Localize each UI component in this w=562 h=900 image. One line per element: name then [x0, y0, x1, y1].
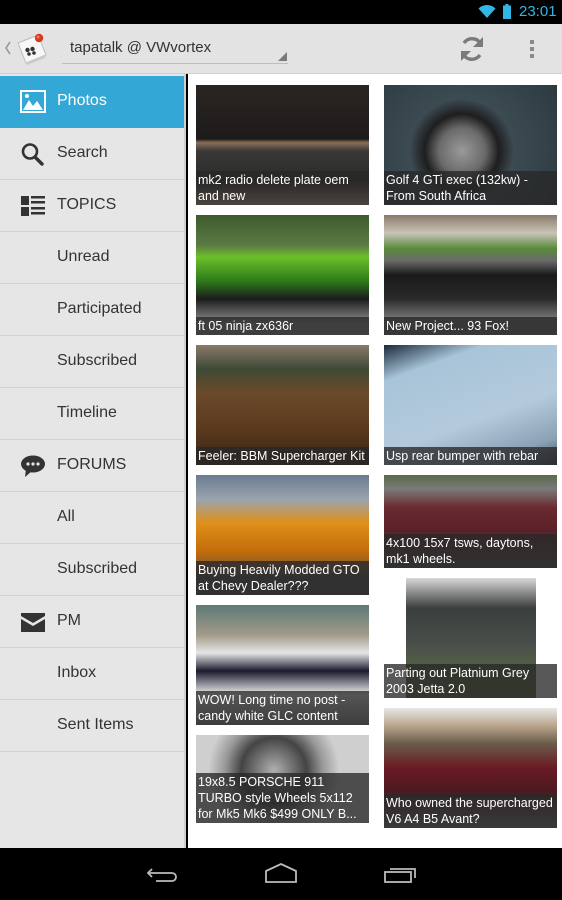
photo-caption: mk2 radio delete plate oem and new	[196, 171, 369, 205]
photo-tile[interactable]: 4x100 15x7 tsws, daytons, mk1 wheels.	[384, 475, 557, 568]
site-selector-dropdown[interactable]: tapatalk @ VWvortex	[62, 30, 288, 64]
mail-icon	[21, 613, 45, 632]
photo-caption: Who owned the supercharged V6 A4 B5 Avan…	[384, 794, 557, 828]
sidebar-item-inbox[interactable]: Inbox	[0, 648, 184, 700]
sidebar-item-photos[interactable]: Photos	[0, 76, 184, 128]
photo-tile[interactable]: Buying Heavily Modded GTO at Chevy Deale…	[196, 475, 369, 595]
sidebar-item-subscribed-topics[interactable]: Subscribed	[0, 336, 184, 388]
photo-caption: New Project... 93 Fox!	[384, 317, 557, 335]
tapatalk-logo-icon[interactable]	[12, 29, 52, 69]
search-icon	[21, 143, 44, 166]
refresh-icon[interactable]	[452, 32, 492, 66]
battery-icon	[503, 4, 511, 19]
sidebar-item-forums[interactable]: FORUMS	[0, 440, 184, 492]
home-icon[interactable]	[261, 860, 301, 888]
photo-tile[interactable]: Usp rear bumper with rebar	[384, 345, 557, 465]
sidebar-item-search[interactable]: Search	[0, 128, 184, 180]
photo-caption: Usp rear bumper with rebar	[384, 447, 557, 465]
sidebar-item-sent-items[interactable]: Sent Items	[0, 700, 184, 752]
photo-tile[interactable]: Parting out Platnium Grey 2003 Jetta 2.0	[384, 578, 557, 698]
sidebar-item-subscribed-forums[interactable]: Subscribed	[0, 544, 184, 596]
sidebar-item-all-forums[interactable]: All	[0, 492, 184, 544]
wifi-icon	[478, 4, 496, 18]
photo-tile[interactable]: WOW! Long time no post - candy white GLC…	[196, 605, 369, 725]
sidebar-item-pm[interactable]: PM	[0, 596, 184, 648]
sidebar-item-timeline[interactable]: Timeline	[0, 388, 184, 440]
photo-caption: Parting out Platnium Grey 2003 Jetta 2.0	[384, 664, 557, 698]
dropdown-indicator-icon	[278, 52, 287, 61]
photo-tile[interactable]: 19x8.5 PORSCHE 911 TURBO style Wheels 5x…	[196, 735, 369, 823]
photo-caption: 4x100 15x7 tsws, daytons, mk1 wheels.	[384, 534, 557, 568]
photo-tile[interactable]: New Project... 93 Fox!	[384, 215, 557, 335]
clock: 23:01	[519, 3, 557, 20]
chevron-left-icon[interactable]	[4, 40, 12, 56]
back-icon[interactable]	[142, 860, 182, 888]
sidebar-item-topics[interactable]: TOPICS	[0, 180, 184, 232]
action-bar: tapatalk @ VWvortex	[0, 24, 562, 74]
photo-tile[interactable]: mk2 radio delete plate oem and new	[196, 85, 369, 205]
photo-tile[interactable]: Golf 4 GTi exec (132kw) - From South Afr…	[384, 85, 557, 205]
sidebar-item-unread[interactable]: Unread	[0, 232, 184, 284]
sidebar-item-participated[interactable]: Participated	[0, 284, 184, 336]
photo-caption: 19x8.5 PORSCHE 911 TURBO style Wheels 5x…	[196, 773, 369, 823]
photo-caption: Buying Heavily Modded GTO at Chevy Deale…	[196, 561, 369, 595]
photo-caption: Feeler: BBM Supercharger Kit	[196, 447, 369, 465]
photo-tile[interactable]: Feeler: BBM Supercharger Kit	[196, 345, 369, 465]
photo-caption: Golf 4 GTi exec (132kw) - From South Afr…	[384, 171, 557, 205]
photo-tile[interactable]: Who owned the supercharged V6 A4 B5 Avan…	[384, 708, 557, 828]
overflow-menu-icon[interactable]	[516, 32, 548, 66]
forums-chat-icon	[21, 455, 45, 477]
site-title: tapatalk @ VWvortex	[70, 39, 212, 56]
navigation-drawer: Photos Search TOPICS Unread Participated…	[0, 74, 186, 848]
photo-caption: ft 05 ninja zx636r	[196, 317, 369, 335]
status-bar: 23:01	[0, 0, 562, 24]
photo-caption: WOW! Long time no post - candy white GLC…	[196, 691, 369, 725]
photo-grid: mk2 radio delete plate oem and new ft 05…	[188, 74, 562, 848]
topics-list-icon	[21, 196, 45, 216]
system-navigation-bar	[0, 848, 562, 900]
photo-tile[interactable]: ft 05 ninja zx636r	[196, 215, 369, 335]
recent-apps-icon[interactable]	[381, 860, 421, 888]
photos-icon	[20, 90, 46, 113]
